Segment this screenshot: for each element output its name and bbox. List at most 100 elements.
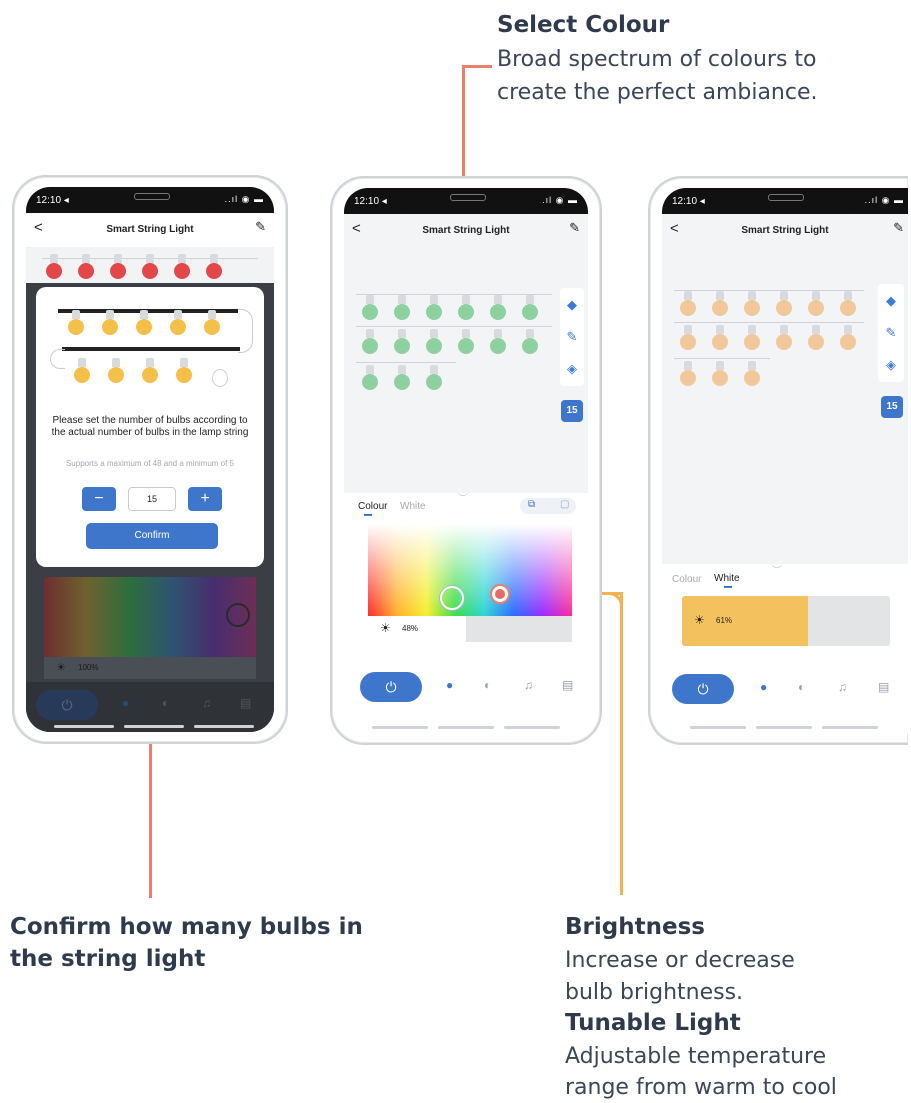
brightness-value: 48% xyxy=(402,624,419,633)
bulb-count-badge[interactable]: 15 xyxy=(881,396,903,418)
status-time: 12:10 ◂ xyxy=(354,196,387,207)
bulb-count-badge[interactable]: 15 xyxy=(561,400,583,422)
bulb[interactable] xyxy=(426,295,442,320)
multi-mode-icon[interactable]: ▢ xyxy=(560,499,569,510)
confirm-caption-2: the string light xyxy=(10,946,206,972)
brightness-slider[interactable]: ☀ 61% xyxy=(682,596,890,646)
bulb[interactable] xyxy=(808,291,824,316)
page-title: Smart String Light xyxy=(422,225,510,236)
status-signal-icon: ..ıl ◉ ▬ xyxy=(864,195,904,205)
brightness-text-2: bulb brightness. xyxy=(565,980,744,1005)
tab-white[interactable]: White xyxy=(714,573,740,584)
colour-picker-dimmed xyxy=(44,577,256,657)
power-button[interactable]: ⏻ xyxy=(360,672,422,702)
bulb[interactable] xyxy=(394,295,410,320)
bulb[interactable] xyxy=(490,329,506,354)
palette-icon[interactable]: ◐ xyxy=(798,680,805,694)
tab-colour[interactable]: Colour xyxy=(672,574,701,585)
brush-icon[interactable]: ✎ xyxy=(561,326,583,348)
bulb[interactable] xyxy=(840,291,856,316)
select-colour-text-1: Broad spectrum of colours to xyxy=(497,47,817,72)
bulb[interactable] xyxy=(426,365,442,390)
phone-2-screen: 12:10 ◂ ..ıl ◉ ▬ < Smart String Light ✎ … xyxy=(344,188,588,733)
status-time: 12:10 ◂ xyxy=(36,195,69,206)
bulb[interactable] xyxy=(142,254,158,279)
confirm-button[interactable]: Confirm xyxy=(86,523,218,549)
increase-button[interactable]: + xyxy=(188,487,222,511)
schedule-icon[interactable]: ▤ xyxy=(240,696,251,710)
bulb[interactable] xyxy=(744,325,760,350)
picker-indicator[interactable] xyxy=(492,586,508,602)
colour-picker[interactable] xyxy=(368,524,572,616)
palette-icon[interactable]: ◐ xyxy=(484,678,491,692)
bulb[interactable] xyxy=(490,295,506,320)
bulb[interactable] xyxy=(808,325,824,350)
schedule-icon[interactable]: ▤ xyxy=(878,680,889,694)
bulb[interactable] xyxy=(458,329,474,354)
power-button[interactable]: ⏻ xyxy=(672,674,734,704)
schedule-icon[interactable]: ▤ xyxy=(562,678,573,692)
bulb[interactable] xyxy=(362,329,378,354)
music-icon[interactable]: ♫ xyxy=(524,678,533,692)
bulb[interactable] xyxy=(712,291,728,316)
edit-icon[interactable]: ✎ xyxy=(893,220,904,236)
phone-notch xyxy=(392,188,542,210)
bulb[interactable] xyxy=(776,325,792,350)
bulb-icon[interactable]: ● xyxy=(760,680,767,694)
bulb[interactable] xyxy=(744,291,760,316)
decrease-button[interactable]: − xyxy=(82,487,116,511)
collapse-chevron-icon[interactable]: ︶ xyxy=(772,562,782,577)
empty-bulb-icon xyxy=(212,369,228,387)
music-icon[interactable]: ♫ xyxy=(838,680,847,694)
paint-bucket-icon[interactable]: ◆ xyxy=(880,290,902,312)
bulb-icon[interactable]: ● xyxy=(122,696,129,710)
bulb[interactable] xyxy=(680,291,696,316)
select-colour-title: Select Colour xyxy=(497,12,670,38)
bulb[interactable] xyxy=(712,361,728,386)
eraser-icon[interactable]: ◈ xyxy=(561,358,583,380)
phone-1: 12:10 ◂ ..ıl ◉ ▬ < Smart String Light ✎ … xyxy=(12,175,288,744)
bulb[interactable] xyxy=(680,325,696,350)
bulb-count-dialog: Please set the number of bulbs according… xyxy=(36,287,264,567)
single-mode-icon[interactable]: ⧉ xyxy=(528,499,535,510)
tunable-text-1: Adjustable temperature xyxy=(565,1044,827,1069)
bulb[interactable] xyxy=(744,361,760,386)
brightness-text-1: Increase or decrease xyxy=(565,948,795,973)
bulb[interactable] xyxy=(394,329,410,354)
sun-icon: ☀ xyxy=(694,613,705,627)
bulb[interactable] xyxy=(46,254,62,279)
bulb-icon[interactable]: ● xyxy=(446,678,453,692)
edit-icon[interactable]: ✎ xyxy=(255,219,266,235)
dialog-message: Please set the number of bulbs according… xyxy=(51,415,249,438)
brush-icon[interactable]: ✎ xyxy=(880,322,902,344)
bulb[interactable] xyxy=(776,291,792,316)
bulb[interactable] xyxy=(206,254,222,279)
music-icon[interactable]: ♫ xyxy=(202,696,211,710)
power-button[interactable]: ⏻ xyxy=(36,690,98,720)
bulb[interactable] xyxy=(712,325,728,350)
bulb[interactable] xyxy=(680,361,696,386)
bulb[interactable] xyxy=(362,365,378,390)
edit-icon[interactable]: ✎ xyxy=(569,220,580,236)
brightness-slider[interactable]: ☀ 48% xyxy=(368,616,572,642)
bulb[interactable] xyxy=(840,325,856,350)
bulb[interactable] xyxy=(458,295,474,320)
bulb-count-input[interactable]: 15 xyxy=(128,487,176,511)
bulb[interactable] xyxy=(110,254,126,279)
bulb[interactable] xyxy=(394,365,410,390)
picker-handle[interactable] xyxy=(440,586,464,610)
bulb[interactable] xyxy=(174,254,190,279)
paint-bucket-icon[interactable]: ◆ xyxy=(561,294,583,316)
bulb[interactable] xyxy=(522,329,538,354)
status-time: 12:10 ◂ xyxy=(672,196,705,207)
collapse-chevron-icon[interactable]: ︶ xyxy=(458,490,468,505)
tab-white[interactable]: White xyxy=(400,501,426,512)
bulb[interactable] xyxy=(362,295,378,320)
bulb[interactable] xyxy=(78,254,94,279)
tab-colour[interactable]: Colour xyxy=(358,501,387,512)
bulb[interactable] xyxy=(522,295,538,320)
bulb[interactable] xyxy=(426,329,442,354)
brightness-value: 61% xyxy=(716,616,733,625)
eraser-icon[interactable]: ◈ xyxy=(880,354,902,376)
palette-icon[interactable]: ◐ xyxy=(162,696,169,710)
